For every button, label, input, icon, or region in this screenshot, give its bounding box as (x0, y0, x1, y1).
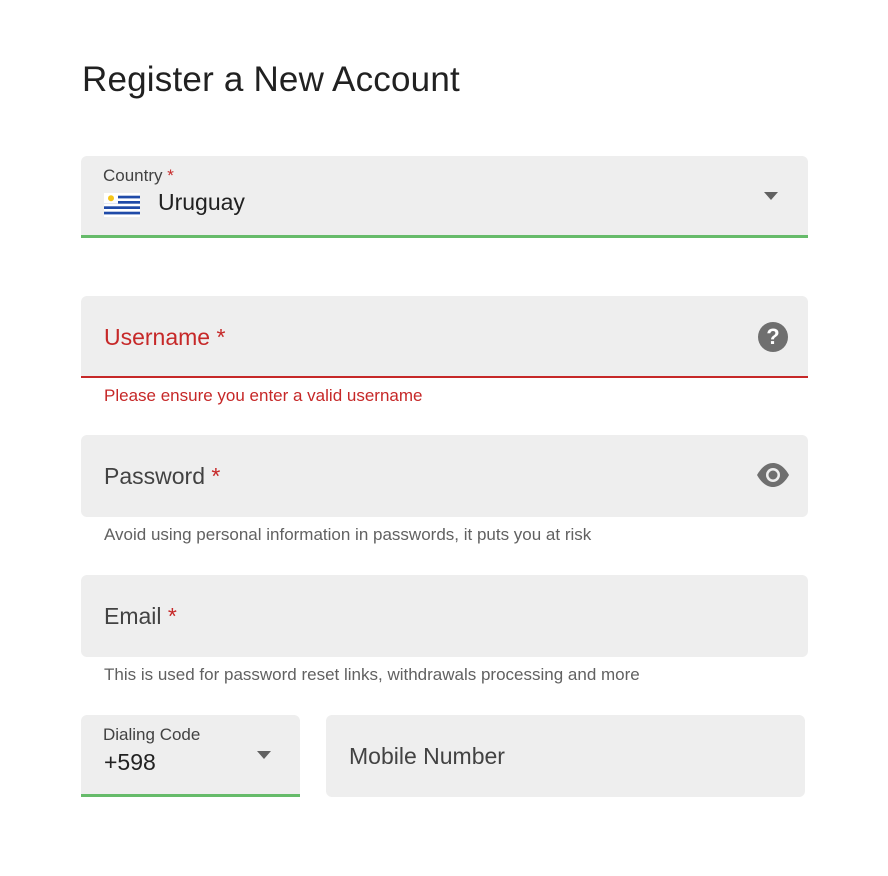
country-label: Country * (103, 166, 174, 185)
chevron-down-icon[interactable] (764, 192, 778, 200)
dialing-code-value: +598 (104, 749, 156, 775)
mobile-number-placeholder: Mobile Number (349, 743, 505, 769)
password-field[interactable]: Password * (81, 435, 808, 517)
email-helper-text: This is used for password reset links, w… (104, 665, 640, 684)
mobile-number-field[interactable]: Mobile Number (326, 715, 805, 797)
password-helper-text: Avoid using personal information in pass… (104, 525, 592, 544)
username-error-text: Please ensure you enter a valid username (104, 386, 423, 405)
country-select[interactable]: Country * Uruguay (81, 156, 808, 238)
username-field[interactable]: Username * ? (81, 296, 808, 378)
password-label: Password * (104, 463, 221, 489)
email-field[interactable]: Email * (81, 575, 808, 657)
page-title: Register a New Account (82, 60, 460, 99)
email-label: Email * (104, 603, 177, 629)
help-icon[interactable]: ? (758, 322, 788, 352)
uruguay-flag-icon (104, 193, 140, 217)
country-value: Uruguay (158, 189, 245, 215)
dialing-code-select[interactable]: Dialing Code +598 (81, 715, 300, 797)
eye-icon[interactable] (756, 462, 790, 488)
username-label: Username * (104, 324, 226, 350)
chevron-down-icon[interactable] (257, 751, 271, 759)
dialing-code-label: Dialing Code (103, 725, 201, 744)
